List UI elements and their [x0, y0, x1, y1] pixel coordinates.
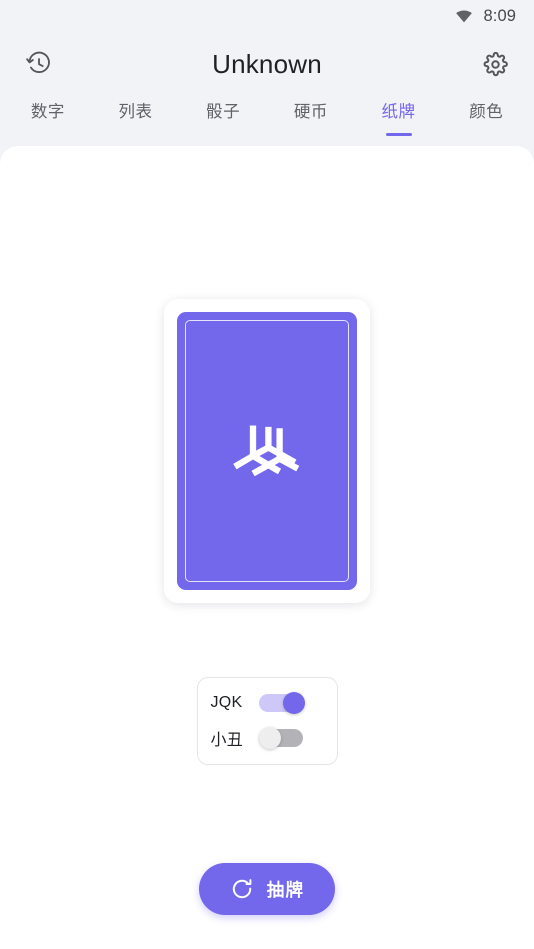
- wifi-icon: [455, 7, 473, 25]
- tab-shuzi[interactable]: 数字: [4, 96, 92, 142]
- tab-label: 硬币: [293, 103, 328, 121]
- tab-active-indicator: [385, 133, 412, 136]
- tab-label: 列表: [118, 103, 153, 121]
- toggle-joker[interactable]: [258, 727, 305, 749]
- tab-zhipai[interactable]: 纸牌: [355, 96, 443, 142]
- status-bar: 8:09: [0, 0, 534, 32]
- pinwheel-logo-icon: [233, 425, 300, 477]
- draw-card-button-label: 抽牌: [266, 879, 305, 900]
- card-area: [164, 299, 370, 603]
- tab-yingbi[interactable]: 硬币: [267, 96, 355, 142]
- history-icon[interactable]: [20, 45, 58, 83]
- content-panel: JQK 小丑 抽牌: [0, 146, 534, 949]
- tab-label: 数字: [30, 103, 65, 121]
- gear-icon[interactable]: [476, 45, 514, 83]
- card-back-face: [177, 312, 357, 590]
- tab-yanse[interactable]: 颜色: [442, 96, 530, 142]
- toggle-jqk[interactable]: [258, 692, 305, 714]
- refresh-icon: [232, 879, 252, 899]
- status-time: 8:09: [483, 6, 516, 25]
- draw-card-button[interactable]: 抽牌: [199, 863, 335, 915]
- tab-touzi[interactable]: 骰子: [179, 96, 267, 142]
- playing-card[interactable]: [164, 299, 370, 603]
- option-label: 小丑: [210, 732, 244, 749]
- page-title: Unknown: [212, 48, 322, 79]
- tab-label: 纸牌: [381, 103, 416, 121]
- option-row-joker[interactable]: 小丑: [198, 726, 337, 750]
- tab-liebiao[interactable]: 列表: [92, 96, 180, 142]
- tab-label: 骰子: [206, 103, 241, 121]
- options-card: JQK 小丑: [196, 677, 338, 765]
- option-label: JQK: [210, 694, 243, 711]
- tab-label: 颜色: [469, 103, 504, 121]
- option-row-jqk[interactable]: JQK: [198, 692, 337, 714]
- app-bar: Unknown: [0, 32, 534, 96]
- tab-bar: 数字 列表 骰子 硬币 纸牌 颜色: [0, 96, 534, 142]
- toggle-thumb: [258, 727, 281, 749]
- toggle-thumb: [282, 692, 305, 714]
